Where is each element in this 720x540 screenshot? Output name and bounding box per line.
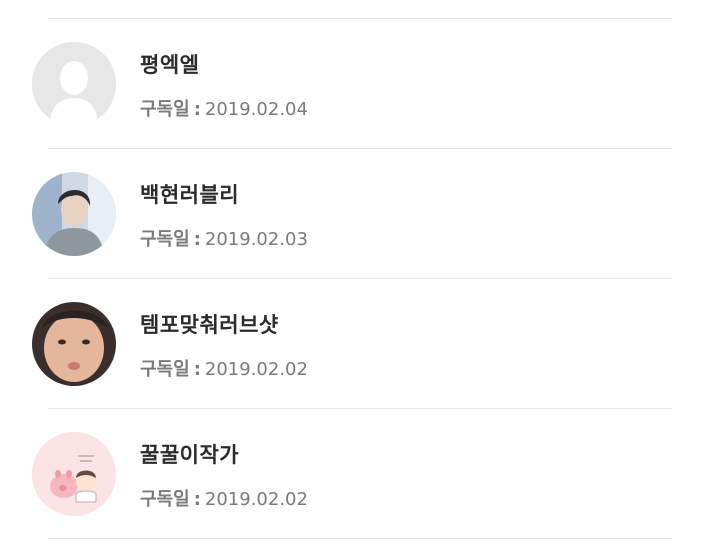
subscription-date-separator: : <box>193 229 201 250</box>
subscription-date-label: 구독일 <box>140 359 190 380</box>
subscription-date-label: 구독일 <box>140 489 190 510</box>
divider <box>48 538 672 539</box>
subscriber-list: 평엑엘 구독일:2019.02.04 백현러블리 구독일:2019.02.03 <box>0 0 720 540</box>
subscription-date: 구독일:2019.02.04 <box>140 95 308 121</box>
subscriber-name[interactable]: 평엑엘 <box>140 49 199 79</box>
subscription-date: 구독일:2019.02.02 <box>140 485 308 511</box>
subscription-date-separator: : <box>193 359 201 380</box>
subscriber-name[interactable]: 템포맞춰러브샷 <box>140 309 279 339</box>
subscription-date-label: 구독일 <box>140 229 190 250</box>
subscriber-row[interactable]: 평엑엘 구독일:2019.02.04 <box>0 19 720 148</box>
subscriber-row[interactable]: 꿀꿀이작가 구독일:2019.02.02 <box>0 409 720 538</box>
subscription-date-separator: : <box>193 489 201 510</box>
subscription-date-label: 구독일 <box>140 99 190 120</box>
subscription-date-value: 2019.02.03 <box>204 229 308 250</box>
profile-photo-avatar[interactable] <box>32 302 116 386</box>
subscription-date-separator: : <box>193 99 201 120</box>
subscription-date-value: 2019.02.04 <box>204 99 308 120</box>
subscription-date-value: 2019.02.02 <box>204 489 308 510</box>
default-avatar-icon[interactable] <box>32 42 116 126</box>
subscriber-name[interactable]: 꿀꿀이작가 <box>140 439 239 469</box>
profile-photo-avatar[interactable] <box>32 172 116 256</box>
subscription-date: 구독일:2019.02.03 <box>140 225 308 251</box>
pig-illustration-avatar[interactable] <box>32 432 116 516</box>
subscriber-row[interactable]: 템포맞춰러브샷 구독일:2019.02.02 <box>0 279 720 408</box>
subscriber-name[interactable]: 백현러블리 <box>140 179 239 209</box>
subscriber-row[interactable]: 백현러블리 구독일:2019.02.03 <box>0 149 720 278</box>
subscription-date: 구독일:2019.02.02 <box>140 355 308 381</box>
subscription-date-value: 2019.02.02 <box>204 359 308 380</box>
